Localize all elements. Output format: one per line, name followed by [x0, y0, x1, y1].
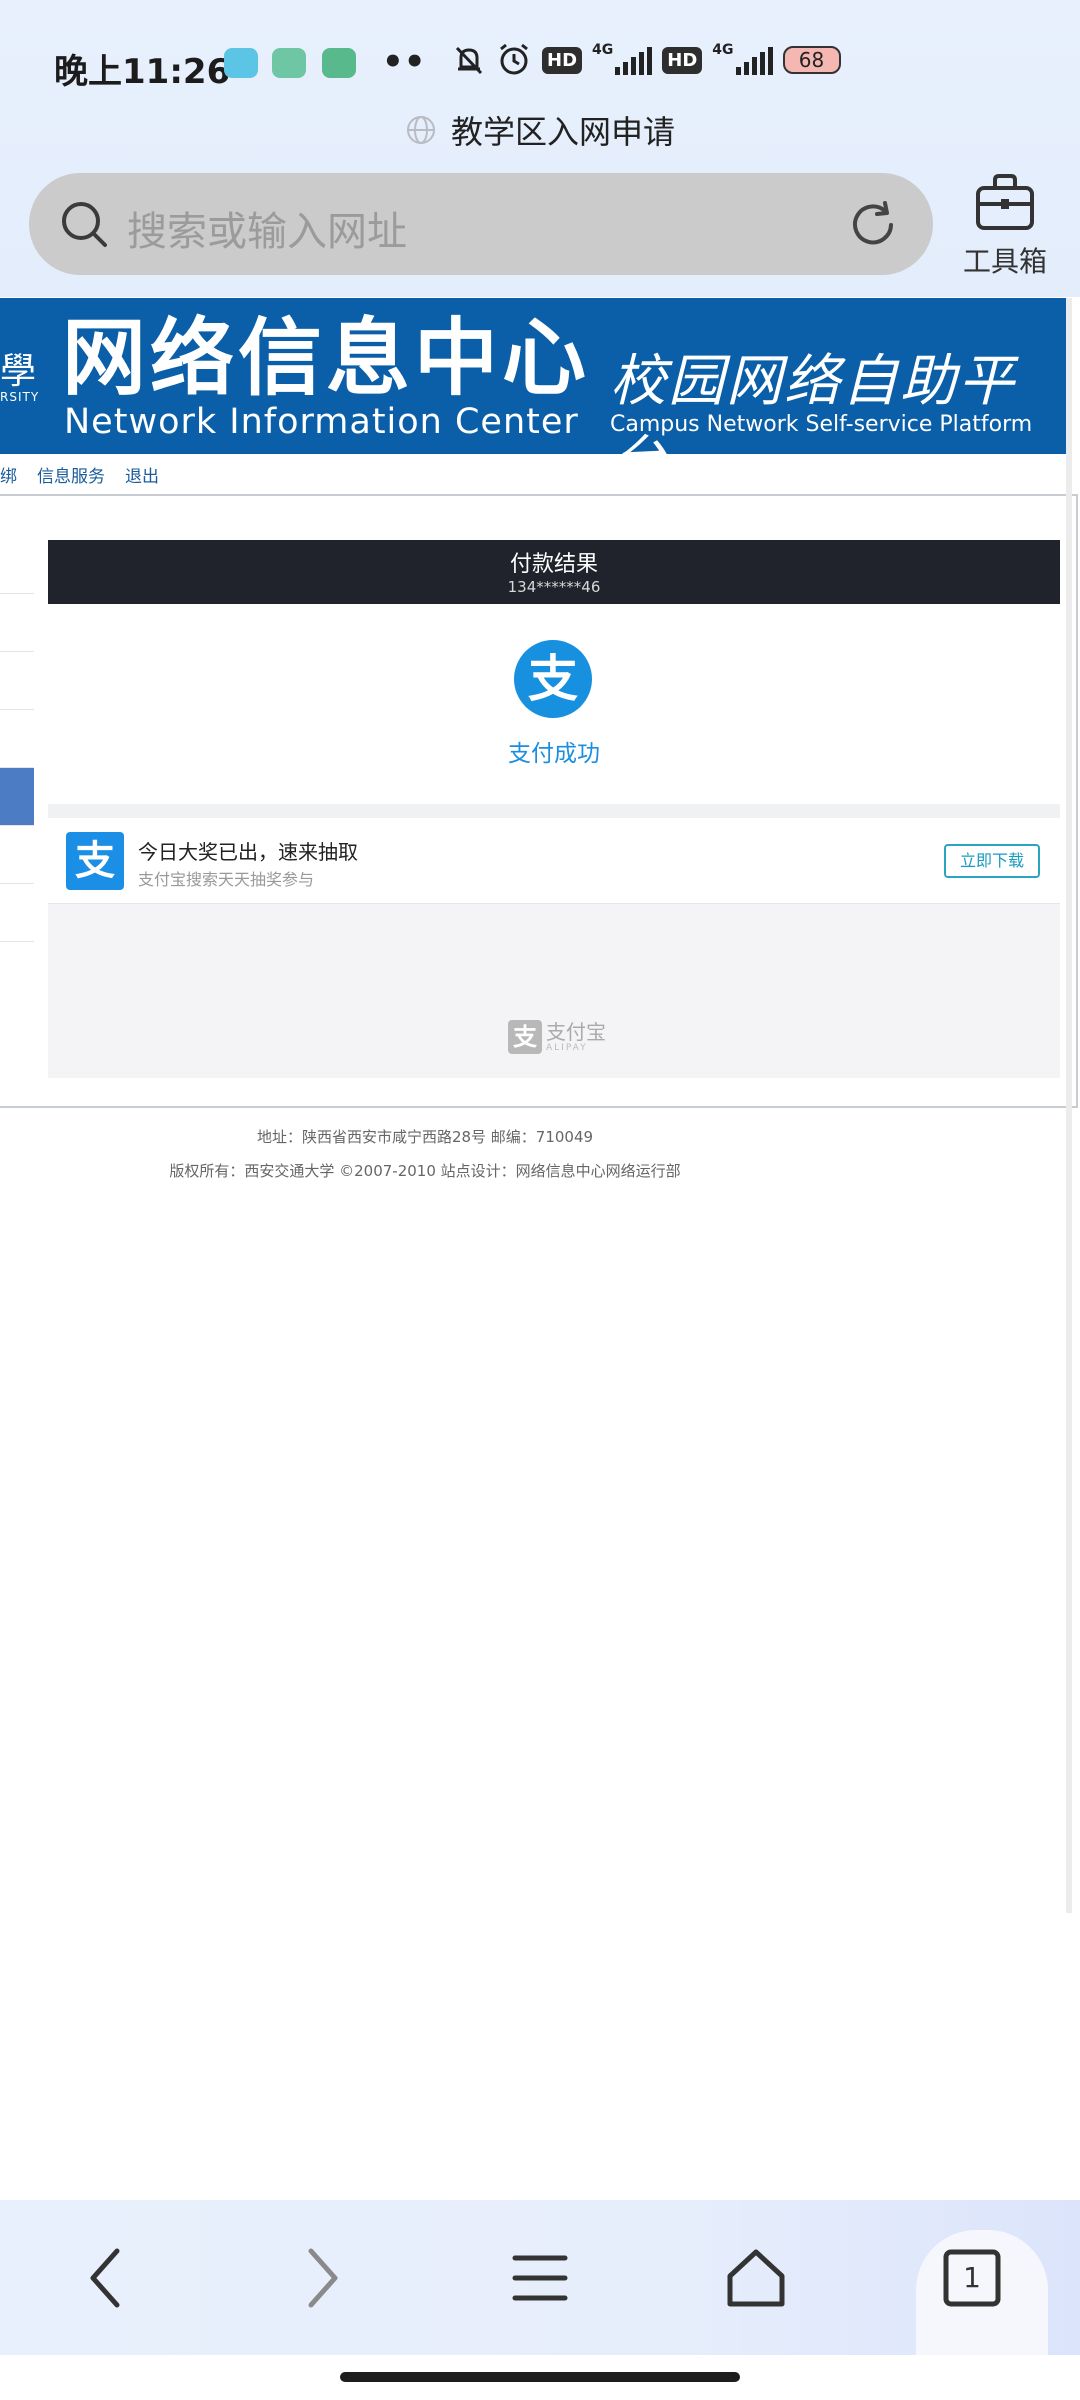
back-arrow-icon — [90, 2248, 120, 2308]
banner-title-en: Network Information Center — [64, 402, 579, 442]
alipay-glyph: 支 — [528, 650, 578, 708]
alipay-success-icon: 支 — [514, 640, 592, 718]
payment-result-header: 付款结果 134******46 — [48, 540, 1060, 604]
signal-icon-1 — [615, 45, 653, 75]
payment-account: 134******46 — [507, 578, 601, 596]
footer-copyright: 版权所有：西安交通大学 ©2007-2010 站点设计：网络信息中心网络运行部 — [169, 1162, 681, 1180]
reload-icon[interactable] — [847, 199, 899, 251]
subnav-item-info-service[interactable]: 信息服务 — [37, 462, 105, 487]
address-bar[interactable]: 搜索或输入网址 — [29, 173, 933, 275]
wechat-app-icon-2 — [322, 48, 356, 78]
status-bar: 晚上11:26 •• HD 4G HD 4G 68 — [0, 30, 1080, 100]
side-menu — [0, 536, 34, 942]
home-indicator[interactable] — [340, 2372, 740, 2382]
tabs-count: 1 — [963, 2261, 981, 2294]
menu-icon — [512, 2255, 568, 2301]
side-menu-item[interactable] — [0, 652, 34, 710]
tabs-button[interactable]: 1 — [932, 2238, 1012, 2318]
side-menu-item[interactable] — [0, 710, 34, 768]
network-type-2: 4G — [712, 42, 734, 58]
globe-icon — [406, 116, 435, 144]
side-menu-item[interactable] — [0, 826, 34, 884]
home-button[interactable] — [716, 2238, 796, 2318]
alarm-icon — [500, 43, 528, 75]
alipay-brand-icon: 支 — [508, 1020, 542, 1054]
page-scrollbar[interactable] — [1066, 298, 1072, 1913]
address-input[interactable]: 搜索或输入网址 — [127, 199, 407, 257]
menu-button[interactable] — [500, 2238, 580, 2318]
banner-platform-en: Campus Network Self-service Platform — [610, 412, 1033, 437]
status-indicators: HD 4G HD 4G 68 — [452, 42, 841, 78]
alipay-app-icon: 支 — [66, 832, 124, 890]
banner-title-cn: 网络信息中心 — [62, 309, 591, 407]
footer-address: 地址：陕西省西安市咸宁西路28号 邮编：710049 — [256, 1128, 594, 1146]
home-icon — [727, 2249, 785, 2307]
browser-bottom-bar: 1 — [0, 2200, 1080, 2355]
wechat-app-icon — [272, 48, 306, 78]
alipay-app-glyph: 支 — [75, 838, 115, 884]
signal-icon-2 — [735, 45, 773, 75]
subnav-item-logout[interactable]: 退出 — [125, 462, 159, 487]
payment-result-body: 支 支付成功 — [48, 604, 1060, 804]
payment-divider — [48, 804, 1060, 818]
more-notifications-icon: •• — [382, 42, 426, 82]
message-app-icon — [224, 48, 258, 78]
battery-icon: 68 — [782, 46, 841, 74]
hd-badge-2: HD — [662, 46, 703, 74]
browser-top-chrome: 晚上11:26 •• HD 4G HD 4G 68 教学区入网申请 搜索或输入网… — [0, 0, 1080, 297]
back-button[interactable] — [66, 2238, 146, 2318]
side-menu-item[interactable] — [0, 884, 34, 942]
search-icon — [62, 202, 107, 247]
alipay-brand-name-en: ALIPAY — [546, 1042, 588, 1053]
alipay-brand-logo: 支 支付宝 ALIPAY — [508, 1020, 606, 1054]
alipay-brand-glyph: 支 — [513, 1023, 537, 1051]
university-logo-glyph: 學 — [0, 351, 37, 392]
payment-footer-area: 支 支付宝 ALIPAY — [48, 904, 1060, 1078]
page-title-row: 教学区入网申请 — [0, 100, 1080, 160]
toolbox-label: 工具箱 — [962, 245, 1047, 278]
ad-title: 今日大奖已出，速来抽取 — [138, 840, 358, 864]
alipay-brand-name: 支付宝 — [546, 1019, 606, 1044]
site-subnav: 绑 信息服务 退出 — [0, 454, 1080, 494]
site-banner: 學 RSITY 网络信息中心 Network Information Cente… — [0, 298, 1066, 454]
alipay-ad-row[interactable]: 支 今日大奖已出，速来抽取 支付宝搜索天天抽奖参与 立即下载 — [48, 818, 1060, 904]
side-menu-item[interactable] — [0, 594, 34, 652]
toolbox-icon — [976, 174, 1034, 230]
status-time: 晚上11:26 — [54, 52, 231, 92]
side-menu-item-active[interactable] — [0, 768, 34, 826]
network-type-1: 4G — [592, 42, 614, 58]
hd-badge-1: HD — [542, 46, 583, 74]
toolbox-button[interactable]: 工具箱 — [950, 172, 1060, 282]
subnav-item-bind[interactable]: 绑 — [0, 462, 17, 487]
side-menu-item[interactable] — [0, 536, 34, 594]
university-logo-sub: RSITY — [0, 390, 40, 404]
forward-arrow-icon — [308, 2248, 338, 2308]
payment-success-text: 支付成功 — [508, 741, 600, 767]
forward-button[interactable] — [282, 2238, 362, 2318]
payment-result-title: 付款结果 — [509, 552, 598, 577]
page-title: 教学区入网申请 — [450, 113, 675, 151]
ad-subtitle: 支付宝搜索天天抽奖参与 — [138, 870, 315, 889]
download-now-button[interactable]: 立即下载 — [944, 844, 1040, 878]
bell-muted-icon — [455, 46, 483, 75]
